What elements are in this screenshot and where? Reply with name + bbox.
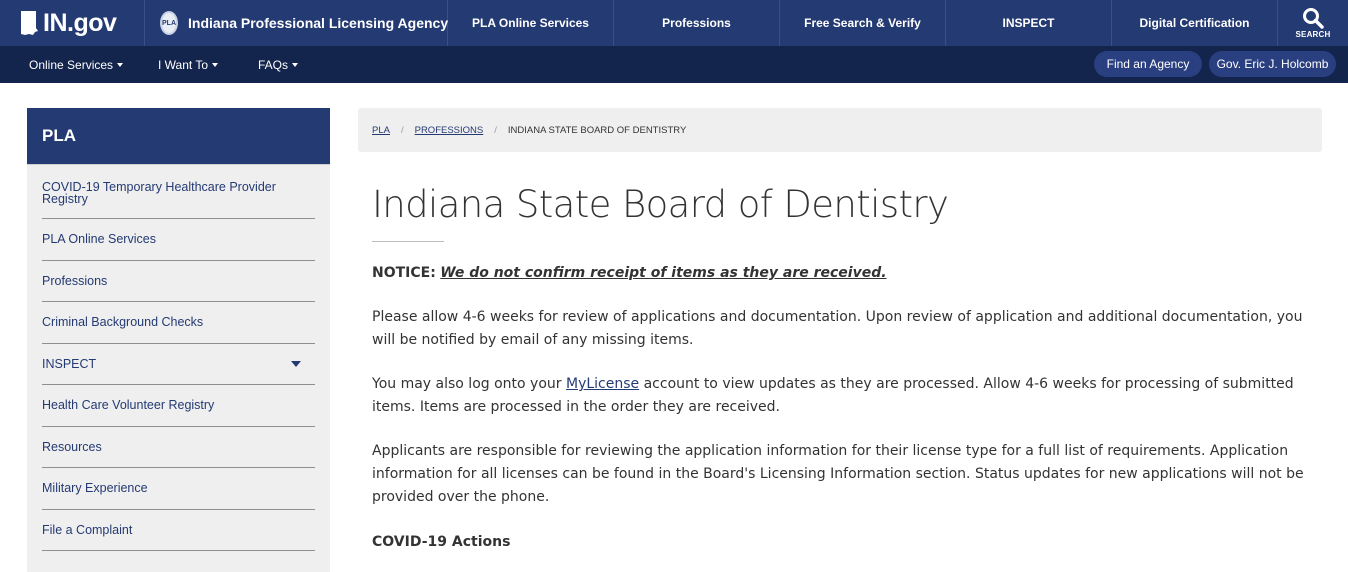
nav-digital-certification[interactable]: Digital Certification [1112,0,1278,46]
requirements-paragraph: Applicants are responsible for reviewing… [372,443,1304,505]
top-navigation-bar: IN.gov PLA Indiana Professional Licensin… [0,0,1348,46]
sidebar-item-military-experience[interactable]: Military Experience [42,468,315,510]
sidebar-item-criminal-background-checks[interactable]: Criminal Background Checks [42,302,315,344]
find-agency-button[interactable]: Find an Agency [1094,51,1202,77]
secondary-navigation-bar: Online Services I Want To FAQs Find an A… [0,46,1348,83]
sidebar-item-label: File a Complaint [42,522,133,537]
breadcrumb-separator: / [400,124,404,136]
notice-label: NOTICE: [372,265,436,281]
search-icon [1302,7,1324,29]
breadcrumb-link-professions[interactable]: PROFESSIONS [415,125,484,136]
notice-text: We do not confirm receipt of items as th… [440,265,887,281]
sidebar-item-label: Health Care Volunteer Registry [42,398,215,413]
breadcrumb: PLA / PROFESSIONS / INDIANA STATE BOARD … [358,108,1322,152]
search-button[interactable]: SEARCH [1278,0,1348,46]
logo-text: IN.gov [43,8,117,37]
breadcrumb-current: INDIANA STATE BOARD OF DENTISTRY [507,124,687,136]
caret-down-icon [292,63,299,67]
review-paragraph: Please allow 4-6 weeks for review of app… [372,309,1303,348]
mylicense-paragraph: You may also log onto your MyLicense acc… [372,373,1322,419]
nav-pla-online-services[interactable]: PLA Online Services [448,0,614,46]
sidebar-item-resources[interactable]: Resources [42,427,315,468]
menu-i-want-to[interactable]: I Want To [158,46,219,83]
sidebar-item-label: Resources [42,439,102,454]
menu-online-services[interactable]: Online Services [29,46,124,83]
sidebar-item-inspect[interactable]: INSPECT [42,344,315,385]
caret-down-icon [117,63,124,67]
page-title: Indiana State Board of Dentistry [372,183,949,226]
caret-down-icon[interactable] [291,360,301,367]
mylicense-link[interactable]: MyLicense [566,376,639,392]
caret-down-icon [212,63,219,67]
paragraph-text: You may also log onto your [372,376,566,392]
agency-home-link[interactable]: PLA Indiana Professional Licensing Agenc… [145,0,448,46]
breadcrumb-link-pla[interactable]: PLA [372,125,390,136]
nav-free-search-verify[interactable]: Free Search & Verify [780,0,946,46]
sidebar-item-health-care-volunteer-registry[interactable]: Health Care Volunteer Registry [42,385,315,427]
breadcrumb-separator: / [494,124,497,136]
menu-label: I Want To [158,57,209,72]
governor-button[interactable]: Gov. Eric J. Holcomb [1209,51,1336,77]
sidebar-item-label: PLA Online Services [42,232,156,247]
sidebar-item-pla-online-services[interactable]: PLA Online Services [42,219,315,261]
agency-seal-icon: PLA [160,11,178,35]
sidebar-item-label: COVID-19 Temporary Healthcare Provider R… [42,180,276,206]
sidebar-item-file-a-complaint[interactable]: File a Complaint [42,510,315,551]
nav-inspect[interactable]: INSPECT [946,0,1112,46]
covid-actions-heading: COVID-19 Actions [372,534,511,550]
sidebar-item-label: Military Experience [42,481,148,496]
sidebar-item-label: Criminal Background Checks [42,315,204,330]
sidebar-item-label: INSPECT [42,356,97,371]
menu-faqs[interactable]: FAQs [258,46,299,83]
sidebar-item-professions[interactable]: Professions [42,261,315,302]
sidebar: PLA COVID-19 Temporary Healthcare Provid… [27,108,330,572]
sidebar-item-label: Professions [42,273,108,288]
sidebar-item-covid-registry[interactable]: COVID-19 Temporary Healthcare Provider R… [42,165,315,219]
indiana-state-icon [18,10,40,36]
menu-label: Online Services [29,57,114,72]
menu-label: FAQs [258,57,289,72]
notice: NOTICE: We do not confirm receipt of ite… [372,262,1322,285]
ingov-logo[interactable]: IN.gov [0,0,145,46]
title-divider [372,241,444,242]
nav-professions[interactable]: Professions [614,0,780,46]
agency-name: Indiana Professional Licensing Agency [188,15,449,31]
sidebar-title[interactable]: PLA [27,108,330,165]
search-label: SEARCH [1295,30,1331,39]
